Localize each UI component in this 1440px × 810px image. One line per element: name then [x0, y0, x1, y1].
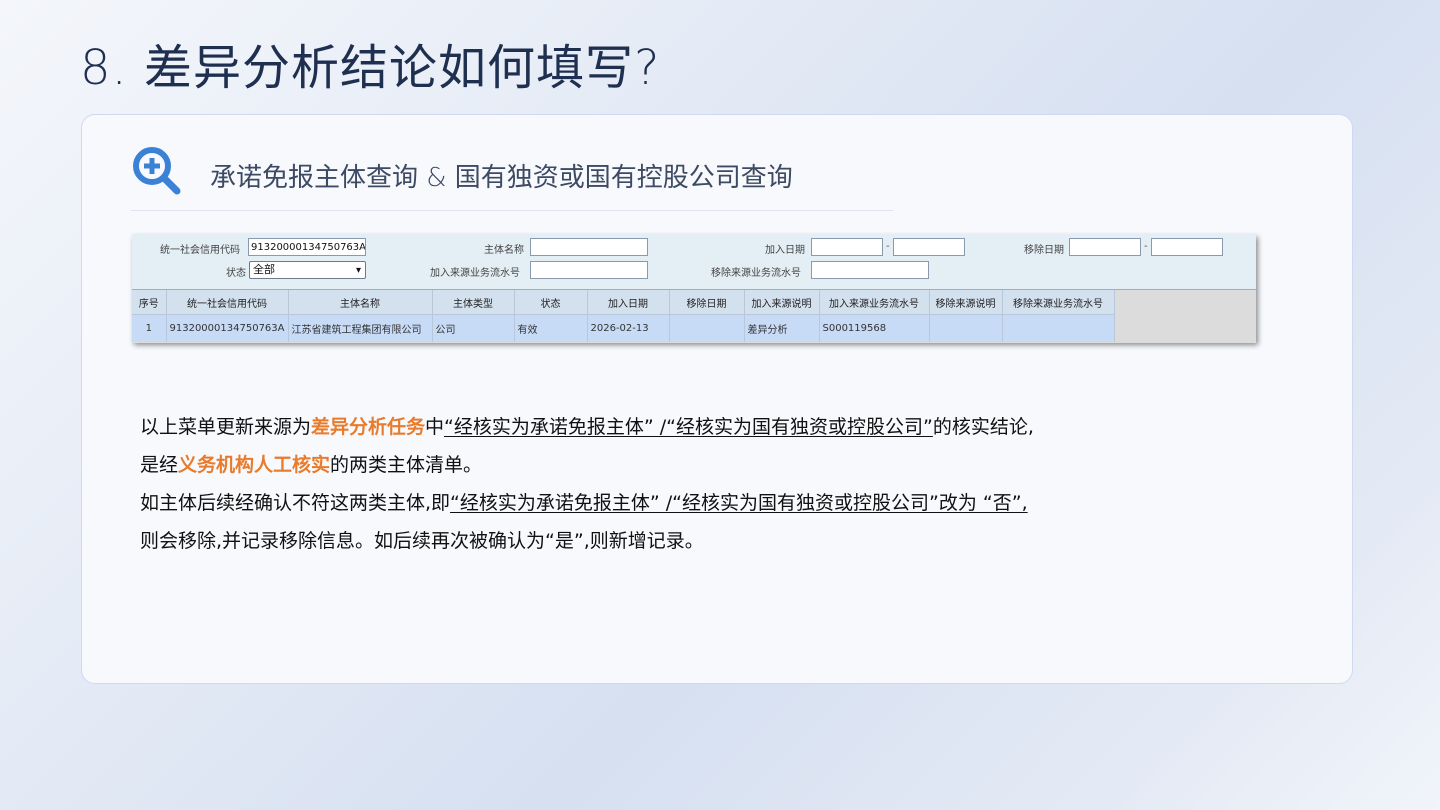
note-line: 以上菜单更新来源为差异分析任务中“经核实为承诺免报主体” /“经核实为国有独资或…	[140, 408, 1034, 446]
join-serial-input[interactable]	[530, 261, 648, 279]
chevron-down-icon: ▾	[355, 265, 361, 276]
note-text: 中	[425, 416, 445, 438]
column-header[interactable]: 移除来源说明	[929, 290, 1003, 315]
remove-serial-input[interactable]	[811, 261, 929, 279]
note-line: 是经义务机构人工核实的两类主体清单。	[140, 446, 1034, 484]
entity-name-label: 主体名称	[484, 245, 524, 256]
divider	[131, 210, 893, 211]
remove-date-label: 移除日期	[1024, 245, 1064, 256]
column-header[interactable]: 主体名称	[288, 290, 433, 315]
results-table: 序号 统一社会信用代码 主体名称 主体类型 状态 加入日期 移除日期 加入来源说…	[132, 290, 1115, 342]
section-heading: 承诺免报主体查询 & 国有独资或国有控股公司查询	[210, 163, 793, 193]
table-cell: 差异分析	[744, 314, 820, 342]
credit-code-input[interactable]: 91320000134750763A	[248, 238, 366, 256]
date-separator: -	[1144, 241, 1148, 252]
status-select[interactable]: 全部 ▾	[249, 261, 366, 279]
remove-date-end-input[interactable]	[1151, 238, 1223, 256]
join-date-start-input[interactable]	[811, 238, 883, 256]
entity-name-input[interactable]	[530, 238, 648, 256]
remove-date-start-input[interactable]	[1069, 238, 1141, 256]
table-cell	[1002, 314, 1115, 342]
underlined-text: “经核实为承诺免报主体” /“经核实为国有独资或控股公司”改为 “否”,	[450, 492, 1028, 514]
join-serial-label: 加入来源业务流水号	[430, 268, 520, 279]
table-row[interactable]: 1 91320000134750763A 江苏省建筑工程集团有限公司 公司 有效…	[132, 314, 1115, 342]
note-line: 则会移除,并记录移除信息。如后续再次被确认为“是”,则新增记录。	[140, 530, 704, 552]
slide-title: 8. 差异分析结论如何填写?	[80, 40, 661, 96]
table-cell: 有效	[514, 314, 588, 342]
highlight-text: 义务机构人工核实	[178, 454, 331, 476]
note-text: 的核实结论,	[932, 416, 1034, 438]
column-header[interactable]: 加入来源说明	[744, 290, 820, 315]
table-cell	[929, 314, 1003, 342]
note-text: 以上菜单更新来源为	[140, 416, 312, 438]
table-cell	[669, 314, 745, 342]
join-date-label: 加入日期	[765, 245, 805, 256]
column-header[interactable]: 移除来源业务流水号	[1002, 290, 1115, 315]
credit-code-label: 统一社会信用代码	[160, 245, 240, 256]
underlined-text: “经核实为承诺免报主体” /“经核实为国有独资或控股公司”	[444, 416, 933, 438]
table-cell: 江苏省建筑工程集团有限公司	[288, 314, 433, 342]
table-cell: S000119568	[819, 314, 930, 342]
status-select-value: 全部	[253, 263, 275, 276]
note-text: 的两类主体清单。	[330, 454, 483, 476]
zoom-in-icon	[133, 147, 181, 195]
remove-serial-label: 移除来源业务流水号	[711, 268, 801, 279]
table-cell: 2026-02-13	[587, 314, 670, 342]
explanation-text: 以上菜单更新来源为差异分析任务中“经核实为承诺免报主体” /“经核实为国有独资或…	[140, 408, 1034, 560]
search-screenshot: 统一社会信用代码 91320000134750763A 主体名称 加入日期 - …	[132, 234, 1256, 343]
table-cell: 1	[132, 314, 167, 342]
column-header[interactable]: 统一社会信用代码	[166, 290, 289, 315]
table-cell: 91320000134750763A	[166, 314, 289, 342]
column-header[interactable]: 主体类型	[432, 290, 515, 315]
content-card	[81, 114, 1353, 684]
column-header[interactable]: 加入来源业务流水号	[819, 290, 930, 315]
column-header[interactable]: 序号	[132, 290, 167, 315]
column-header[interactable]: 状态	[514, 290, 588, 315]
column-header[interactable]: 加入日期	[587, 290, 670, 315]
date-separator: -	[886, 241, 890, 252]
highlight-text: 差异分析任务	[311, 416, 426, 438]
note-line: 如主体后续经确认不符这两类主体,即“经核实为承诺免报主体” /“经核实为国有独资…	[140, 484, 1034, 522]
status-label: 状态	[226, 268, 246, 279]
column-header[interactable]: 移除日期	[669, 290, 745, 315]
table-header-row: 序号 统一社会信用代码 主体名称 主体类型 状态 加入日期 移除日期 加入来源说…	[132, 290, 1115, 315]
join-date-end-input[interactable]	[893, 238, 965, 256]
note-text: 是经	[140, 454, 179, 476]
table-cell: 公司	[432, 314, 515, 342]
results-grid-area: 序号 统一社会信用代码 主体名称 主体类型 状态 加入日期 移除日期 加入来源说…	[132, 289, 1256, 343]
note-text: 如主体后续经确认不符这两类主体,即	[140, 492, 451, 514]
